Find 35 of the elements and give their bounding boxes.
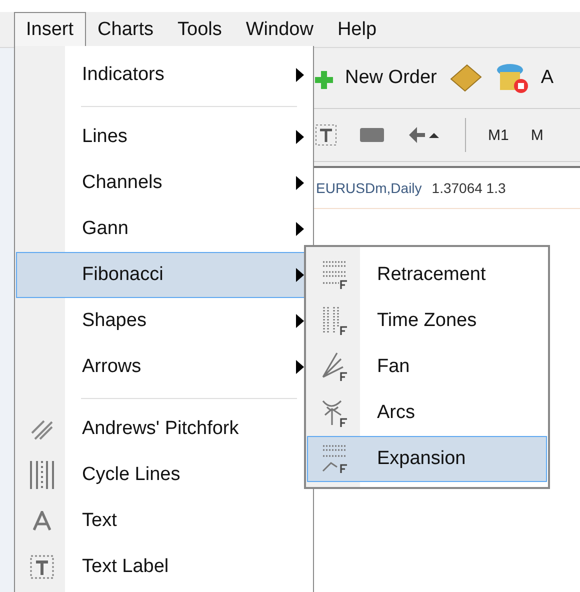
text-icon xyxy=(33,511,51,531)
time-zones-icon xyxy=(321,305,349,337)
menu-item[interactable]: Text xyxy=(16,498,312,544)
chart-prices: 1.37064 1.3 xyxy=(432,180,506,196)
menu-title[interactable]: Tools xyxy=(166,12,234,47)
menu-title[interactable]: Insert xyxy=(14,12,86,47)
menu-item[interactable]: Gann xyxy=(16,206,312,252)
submenu-arrow-icon xyxy=(296,360,304,374)
submenu-arrow-icon xyxy=(296,68,304,82)
retracement-icon xyxy=(321,259,349,291)
submenu-arrow-icon xyxy=(296,314,304,328)
rectangle-tool-icon[interactable] xyxy=(359,127,385,143)
menu-item[interactable]: Expansion xyxy=(307,436,547,482)
submenu-arrow-icon xyxy=(296,130,304,144)
text-tool-icon[interactable] xyxy=(315,124,337,146)
submenu-arrow-icon xyxy=(296,268,304,282)
timeframe-button[interactable]: M1 xyxy=(488,126,509,144)
menu-item[interactable]: Text Label xyxy=(16,544,312,590)
menu-item[interactable]: Indicators xyxy=(16,52,312,98)
database-icon[interactable] xyxy=(494,62,529,94)
submenu-arrow-icon xyxy=(296,222,304,236)
cycle-lines-icon xyxy=(29,460,55,490)
menu-title[interactable]: Window xyxy=(234,12,326,47)
fan-icon xyxy=(321,351,349,383)
menu-item[interactable]: Lines xyxy=(16,114,312,160)
text-label-icon xyxy=(29,554,55,580)
new-order-button[interactable]: New Order xyxy=(345,67,437,89)
menu-title[interactable]: Charts xyxy=(86,12,166,47)
chart-symbol: EURUSDm,Daily xyxy=(316,180,422,196)
menu-item[interactable]: Channels xyxy=(16,160,312,206)
toolbar-label[interactable]: A xyxy=(540,67,554,89)
menu-title[interactable]: Help xyxy=(325,12,389,47)
submenu-arrow-icon xyxy=(296,176,304,190)
timeframe-button[interactable]: M xyxy=(530,126,544,144)
expansion-icon xyxy=(321,443,349,475)
